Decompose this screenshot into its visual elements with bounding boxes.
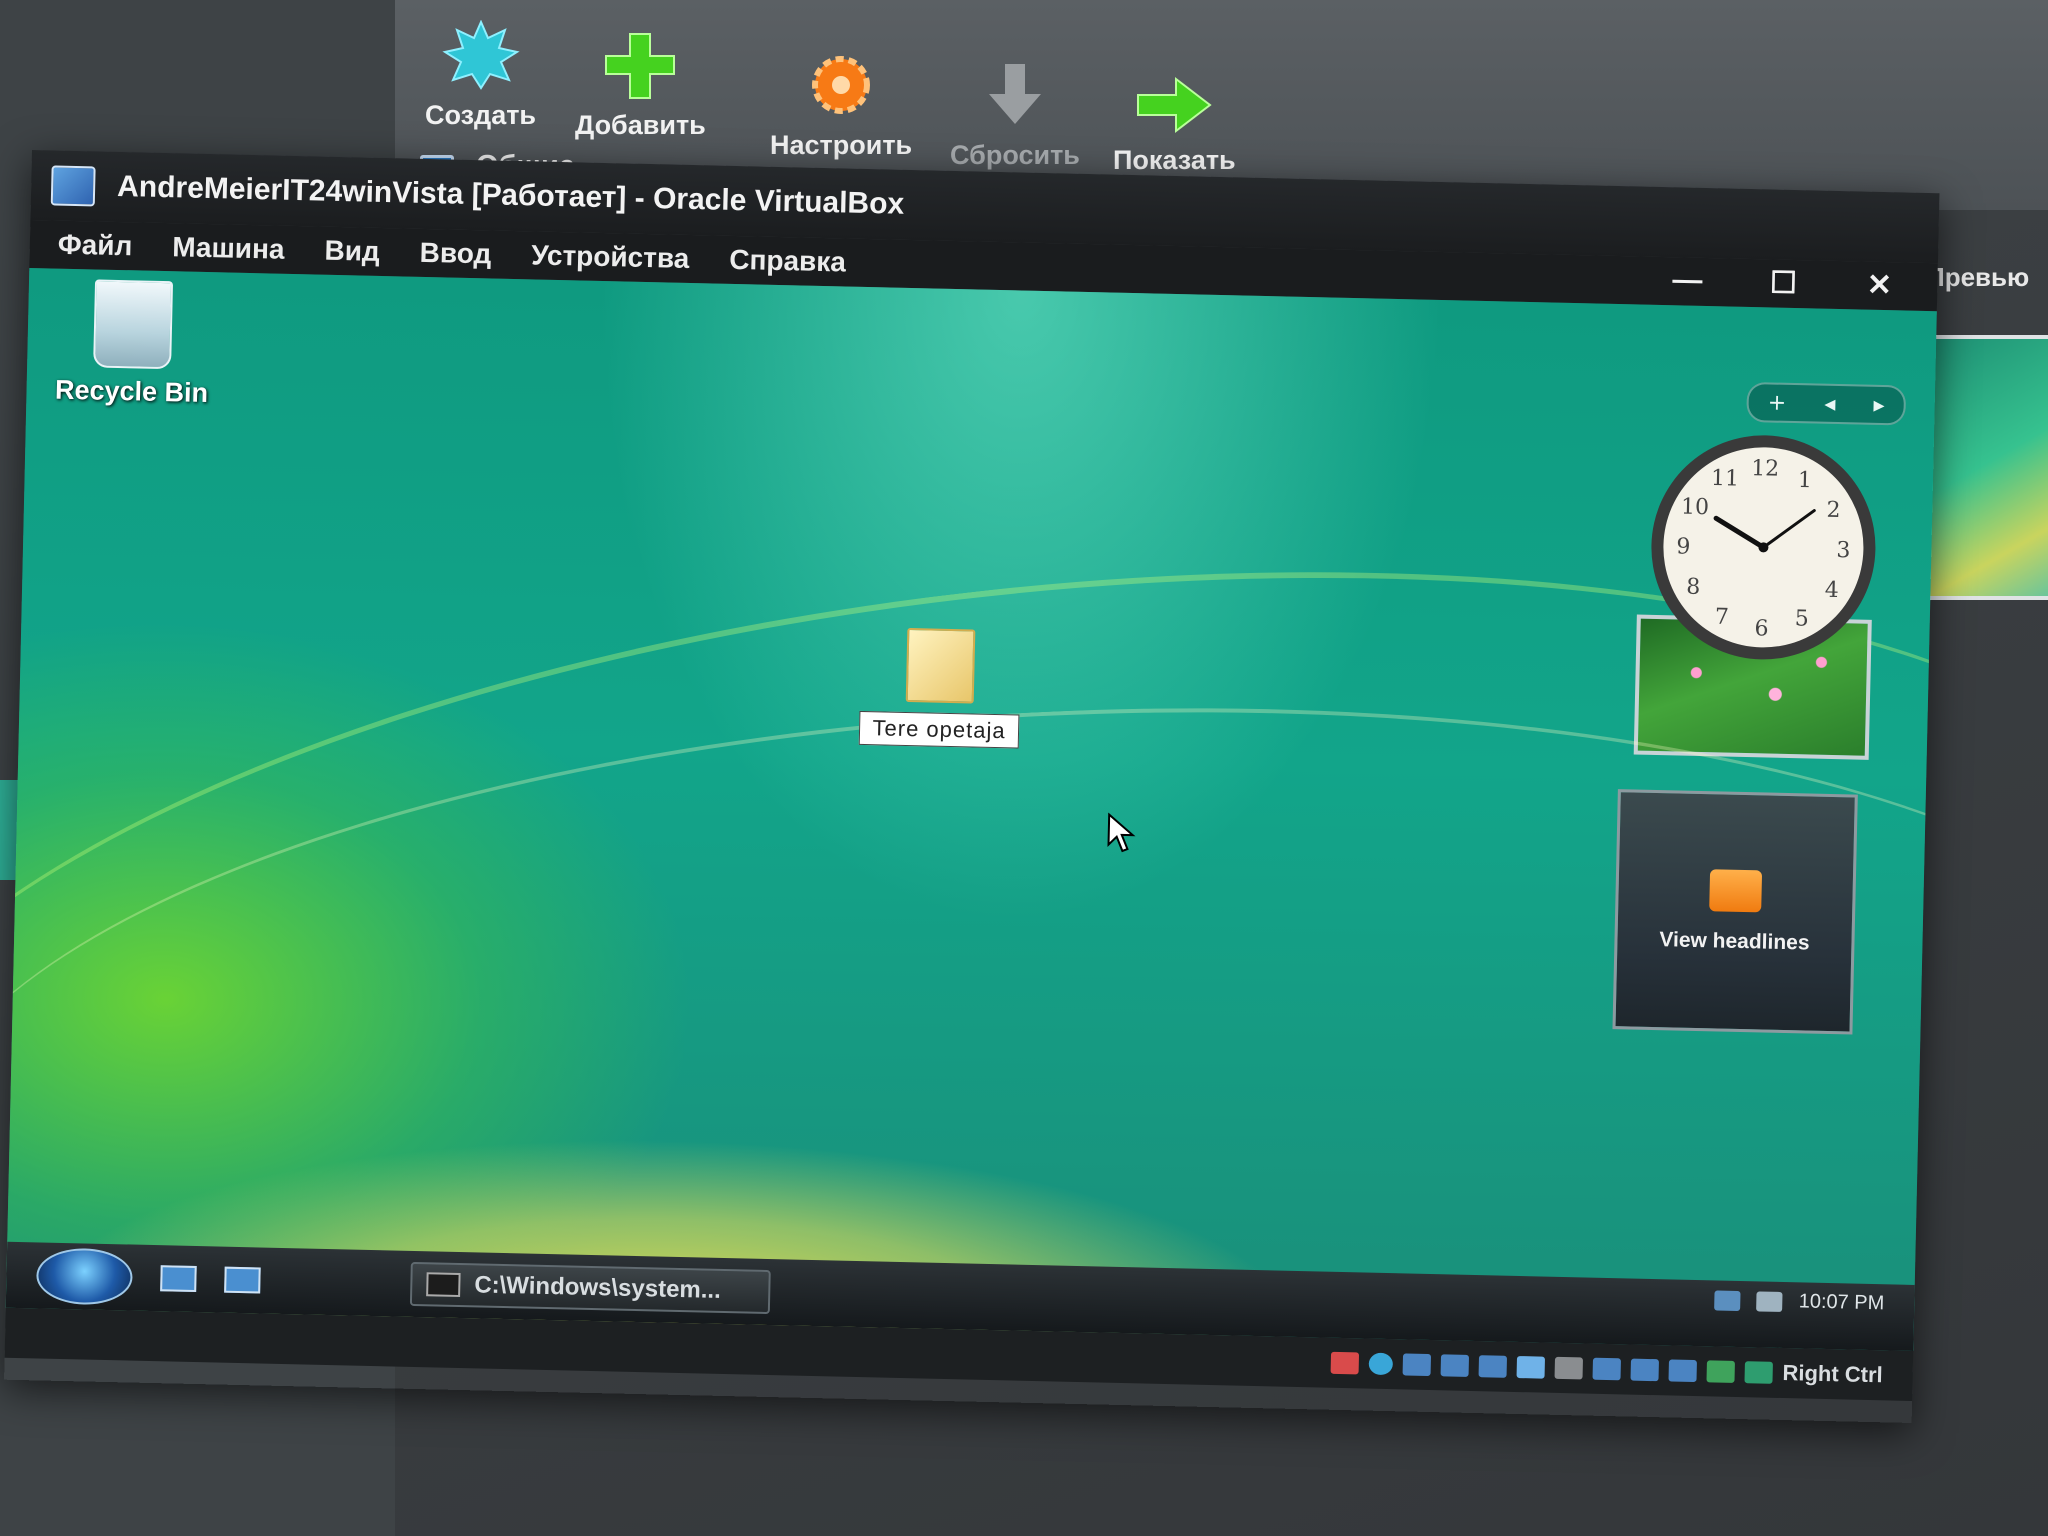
rss-feed-icon xyxy=(1709,869,1763,913)
recycle-bin-label: Recycle Bin xyxy=(54,374,209,409)
taskbar-cmd-button[interactable]: C:\Windows\system... xyxy=(409,1261,771,1315)
view-headlines-label: View headlines xyxy=(1659,928,1810,955)
show-label: Показать xyxy=(1113,145,1236,175)
previous-page-icon[interactable]: ◂ xyxy=(1824,391,1836,416)
maximize-button[interactable]: ☐ xyxy=(1765,265,1802,301)
host-key-label: Right Ctrl xyxy=(1782,1360,1883,1388)
show-desktop-icon[interactable] xyxy=(160,1265,197,1293)
show-arrow-right-icon xyxy=(1137,76,1212,134)
clock-numeral: 6 xyxy=(1754,616,1769,641)
display-icon[interactable] xyxy=(1592,1357,1621,1381)
folder-name-label: Tere opetaja xyxy=(859,710,1019,749)
virtualbox-icon xyxy=(50,165,96,207)
taskbar-cmd-label: C:\Windows\system... xyxy=(474,1271,722,1304)
show-button[interactable]: Показать xyxy=(1113,75,1236,176)
volume-icon[interactable] xyxy=(1756,1290,1783,1312)
start-orb-button[interactable] xyxy=(35,1247,134,1306)
taskbar-clock[interactable]: 10:07 PM xyxy=(1798,1290,1884,1315)
add-button[interactable]: Добавить xyxy=(575,30,706,141)
recording-icon[interactable] xyxy=(1630,1358,1659,1382)
cpu-indicator-icon[interactable] xyxy=(1668,1359,1697,1383)
add-gadget-button[interactable]: + xyxy=(1768,390,1787,415)
add-label: Добавить xyxy=(575,110,706,140)
discard-button[interactable]: Сбросить xyxy=(950,60,1080,171)
menu-help[interactable]: Справка xyxy=(729,244,846,279)
network-icon[interactable] xyxy=(1714,1289,1741,1311)
clock-numeral: 4 xyxy=(1824,578,1839,603)
discard-label: Сбросить xyxy=(950,140,1080,170)
create-button[interactable]: Создать xyxy=(425,20,536,131)
clock-numeral: 7 xyxy=(1715,605,1730,630)
feed-headlines-gadget[interactable]: View headlines xyxy=(1612,789,1858,1035)
hard-disk-icon[interactable] xyxy=(1330,1351,1359,1375)
trash-can-icon xyxy=(93,279,174,370)
clock-numeral: 5 xyxy=(1795,606,1810,631)
clock-numeral: 1 xyxy=(1798,468,1813,493)
vm-window-title: AndreMeierIT24winVista [Работает] - Orac… xyxy=(116,169,905,221)
audio-icon[interactable] xyxy=(1440,1354,1469,1377)
menu-input[interactable]: Ввод xyxy=(419,237,491,271)
virtualization-icon[interactable] xyxy=(1706,1360,1735,1383)
sidebar-gadget-controls: + ◂ ▸ xyxy=(1746,381,1907,426)
recycle-bin-icon[interactable]: Recycle Bin xyxy=(46,278,219,409)
guest-desktop[interactable]: Recycle Bin Tere opetaja + ◂ ▸ 12 1 2 3 4 5 6 7… xyxy=(5,267,1937,1351)
network-adapter-icon[interactable] xyxy=(1478,1355,1507,1378)
preview-label: Превью xyxy=(1926,262,2030,292)
usb-icon[interactable] xyxy=(1516,1355,1545,1379)
settings-button[interactable]: Настроить xyxy=(770,50,912,161)
mouse-integration-icon[interactable] xyxy=(1744,1361,1773,1384)
folder-icon xyxy=(905,627,976,704)
minimize-button[interactable]: — xyxy=(1669,263,1706,299)
menu-view[interactable]: Вид xyxy=(324,235,380,268)
clock-numeral: 11 xyxy=(1711,466,1740,492)
clock-numeral: 3 xyxy=(1836,538,1851,563)
clock-numeral: 2 xyxy=(1826,498,1841,523)
switch-windows-icon[interactable] xyxy=(224,1266,261,1294)
command-prompt-icon xyxy=(426,1272,461,1298)
create-label: Создать xyxy=(425,100,537,130)
menu-machine[interactable]: Машина xyxy=(172,231,285,266)
new-starburst-icon xyxy=(441,20,520,90)
floppy-icon[interactable] xyxy=(1402,1353,1431,1377)
clock-gadget[interactable]: 12 1234567891011 xyxy=(1641,425,1886,670)
clock-numeral: 9 xyxy=(1676,534,1691,559)
close-button[interactable]: ✕ xyxy=(1861,268,1898,304)
clock-numeral: 12 xyxy=(1751,456,1780,482)
clock-numeral: 8 xyxy=(1686,575,1701,600)
vm-window: AndreMeierIT24winVista [Работает] - Orac… xyxy=(4,150,1940,1423)
settings-gear-icon xyxy=(812,56,871,114)
settings-label: Настроить xyxy=(770,130,913,160)
menu-file[interactable]: Файл xyxy=(57,229,133,263)
menu-devices[interactable]: Устройства xyxy=(531,239,690,275)
window-controls: — ☐ ✕ xyxy=(1669,263,1898,303)
clock-numeral: 10 xyxy=(1681,495,1710,521)
desktop-folder[interactable]: Tere opetaja xyxy=(849,627,1032,749)
notification-area: 10:07 PM xyxy=(1714,1288,1885,1315)
shared-folders-icon[interactable] xyxy=(1554,1356,1583,1380)
add-plus-icon xyxy=(605,33,676,99)
next-page-icon[interactable]: ▸ xyxy=(1873,392,1885,417)
optical-drive-icon[interactable] xyxy=(1368,1352,1393,1376)
discard-arrow-down-icon xyxy=(988,64,1041,124)
mouse-cursor-icon xyxy=(1107,812,1136,853)
